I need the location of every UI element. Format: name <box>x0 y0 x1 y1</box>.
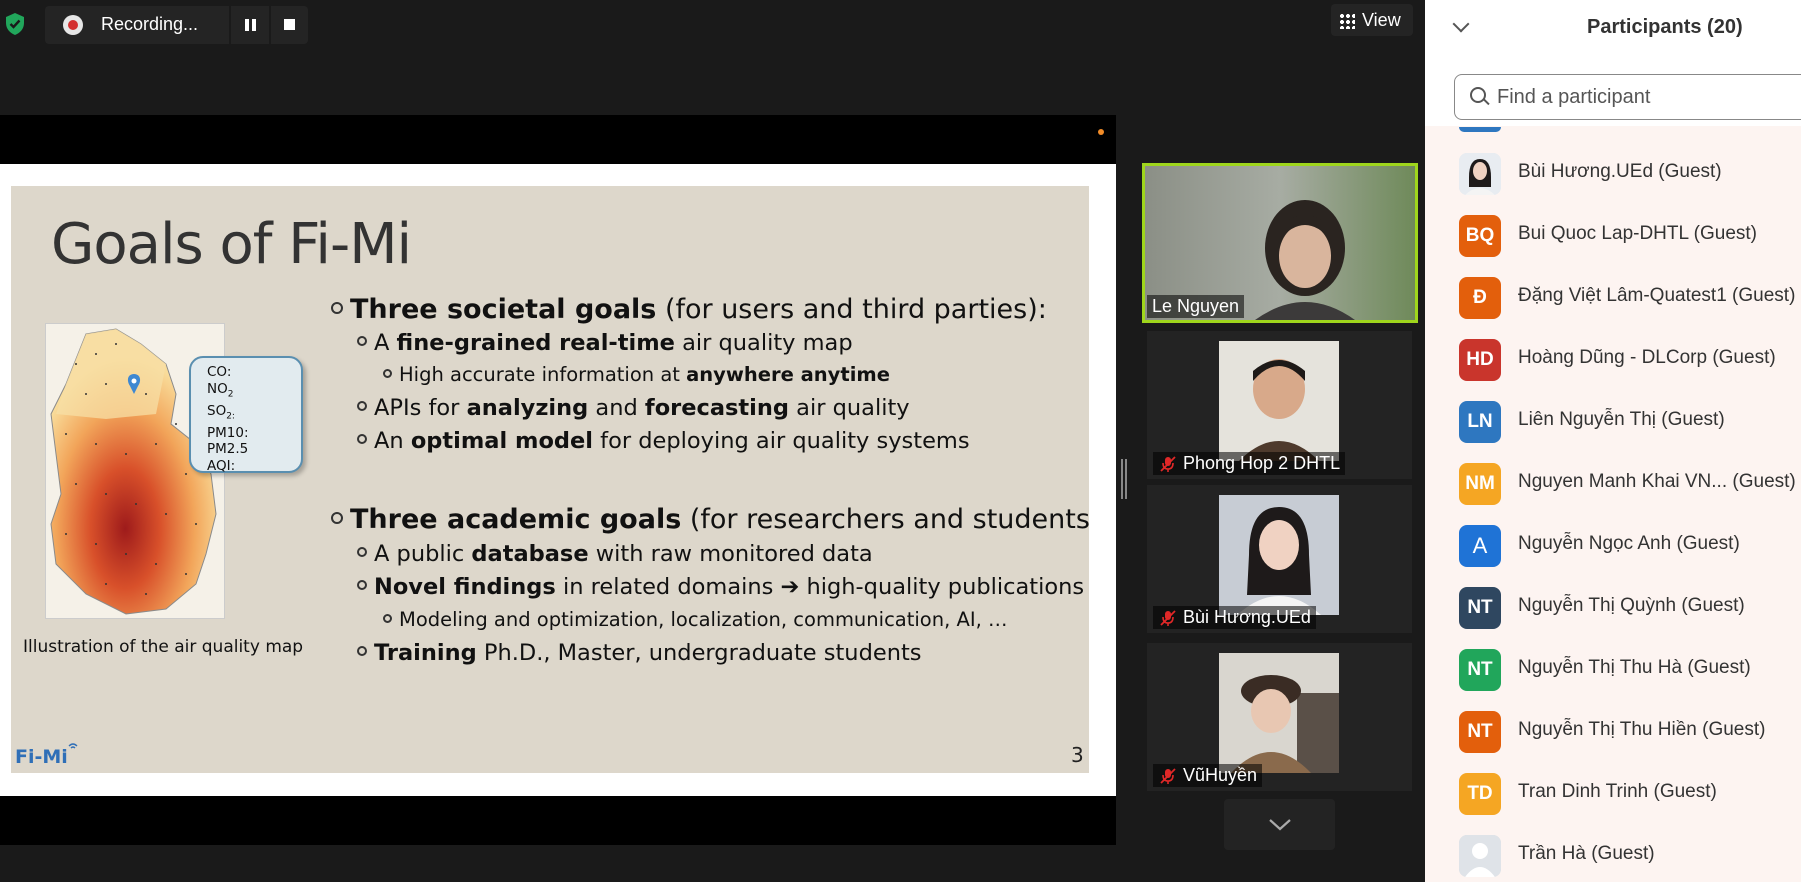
tile-name-label: Bùi Hương.UEd <box>1153 606 1316 629</box>
avatar <box>1459 835 1501 877</box>
participant-name: Nguyễn Thị Thu Hiền (Guest) <box>1518 719 1766 740</box>
bullet-societal-goals: Three societal goals (for users and thir… <box>331 294 1047 325</box>
slide-page-number: 3 <box>1071 743 1084 767</box>
participant-row[interactable]: NT Nguyễn Thị Thu Hiền (Guest) <box>1425 701 1801 763</box>
bullet-anywhere-anytime: High accurate information at anywhere an… <box>383 363 890 386</box>
participant-name: Nguyen Manh Khai VN... (Guest) <box>1518 471 1796 492</box>
callout-pm10: PM10: <box>207 424 249 441</box>
avatar: NT <box>1459 587 1501 629</box>
participant-row[interactable]: HD Hoàng Dũng - DLCorp (Guest) <box>1425 329 1801 391</box>
view-label: View <box>1362 10 1401 30</box>
participant-name: Nguyễn Thị Quỳnh (Guest) <box>1518 595 1745 616</box>
participant-name: Bùi Hương.UEd (Guest) <box>1518 161 1722 182</box>
bullet-research-areas: Modeling and optimization, localization,… <box>383 608 1007 631</box>
tile-name-label: Phong Hop 2 DHTL <box>1153 452 1346 475</box>
mic-muted-icon <box>1160 456 1176 472</box>
bullet-fine-grained-map: A fine-grained real-time air quality map <box>357 330 853 356</box>
participant-row[interactable]: Đ Đặng Việt Lâm-Quatest1 (Guest) <box>1425 267 1801 329</box>
participant-row[interactable]: BQ Bui Quoc Lap-DHTL (Guest) <box>1425 205 1801 267</box>
callout-pm25: PM2.5 <box>207 441 249 458</box>
participant-name: Liên Nguyễn Thị (Guest) <box>1518 409 1725 430</box>
video-tile[interactable]: Bùi Hương.UEd <box>1147 485 1412 633</box>
mic-muted-icon <box>1160 768 1176 784</box>
callout-so2: SO2: <box>207 402 235 422</box>
grid-view-icon <box>1339 13 1355 29</box>
participant-photo <box>1219 495 1339 615</box>
avatar: LN <box>1459 401 1501 443</box>
bullet-optimal-model: An optimal model for deploying air quali… <box>357 428 970 454</box>
map-caption: Illustration of the air quality map <box>23 637 304 657</box>
search-icon <box>1470 87 1486 103</box>
bullet-training: Training Ph.D., Master, undergraduate st… <box>357 640 922 666</box>
bullet-apis: APIs for analyzing and forecasting air q… <box>357 395 910 421</box>
bullet-database: A public database with raw monitored dat… <box>357 541 873 567</box>
video-tile[interactable]: VũHuyền <box>1147 643 1412 791</box>
participant-search[interactable] <box>1454 74 1801 120</box>
participant-row[interactable]: LN Liên Nguyễn Thị (Guest) <box>1425 391 1801 453</box>
participants-header: Participants (20) <box>1425 0 1801 126</box>
default-avatar-icon <box>1459 835 1501 877</box>
record-icon <box>63 15 83 35</box>
pause-recording-button[interactable] <box>231 6 269 44</box>
mic-muted-icon <box>1160 610 1176 626</box>
avatar: A <box>1459 525 1501 567</box>
avatar <box>1459 153 1501 195</box>
video-tile[interactable]: Phong Hop 2 DHTL <box>1147 331 1412 479</box>
avatar: TD <box>1459 773 1501 815</box>
avatar: NT <box>1459 711 1501 753</box>
panel-resize-handle[interactable] <box>1121 459 1127 499</box>
participant-row[interactable]: NM Nguyen Manh Khai VN... (Guest) <box>1425 453 1801 515</box>
participant-row[interactable]: A Nguyễn Ngọc Anh (Guest) <box>1425 515 1801 577</box>
participant-name: Tran Dinh Trinh (Guest) <box>1518 781 1717 802</box>
avatar: Đ <box>1459 277 1501 319</box>
search-input[interactable] <box>1495 83 1799 111</box>
tile-name-label: Le Nguyen <box>1147 295 1245 318</box>
callout-aqi: AQI: <box>207 457 236 474</box>
participant-row[interactable]: NT Nguyễn Thị Thu Hà (Guest) <box>1425 639 1801 701</box>
chevron-down-icon <box>1269 819 1291 831</box>
participant-name: Đặng Việt Lâm-Quatest1 (Guest) <box>1518 285 1796 306</box>
participant-name: Nguyễn Ngọc Anh (Guest) <box>1518 533 1740 554</box>
presentation-slide: Goals of Fi-Mi CO: NO2 SO2: PM10: PM2.5 … <box>11 186 1089 773</box>
recording-label: Recording... <box>101 14 199 34</box>
bullet-novel-findings: Novel findings in related domains ➔ high… <box>357 574 1084 600</box>
tile-name-label: VũHuyền <box>1153 764 1263 787</box>
participant-row[interactable]: Bùi Hương.UEd (Guest) <box>1425 143 1801 205</box>
callout-no2: NO2 <box>207 380 234 400</box>
participant-photo <box>1219 653 1339 773</box>
chevron-down-icon[interactable] <box>1452 15 1470 33</box>
participant-name: Bui Quoc Lap-DHTL (Guest) <box>1518 223 1757 244</box>
bullet-academic-goals: Three academic goals (for researchers an… <box>331 504 1089 535</box>
view-button[interactable]: View <box>1331 4 1413 36</box>
participant-row[interactable]: Trần Hà (Guest) <box>1425 825 1801 882</box>
video-tile-active-speaker[interactable]: Le Nguyen <box>1142 163 1418 323</box>
avatar: NT <box>1459 649 1501 691</box>
pollutant-callout: CO: NO2 SO2: PM10: PM2.5 AQI: <box>189 356 303 474</box>
recording-indicator: Recording... <box>45 6 308 44</box>
screen-share-indicator <box>1098 129 1104 135</box>
participant-name: Hoàng Dũng - DLCorp (Guest) <box>1518 347 1776 368</box>
encryption-shield-icon[interactable] <box>4 12 26 36</box>
slide-title: Goals of Fi-Mi <box>51 212 412 277</box>
participant-row[interactable]: NT Nguyễn Thị Quỳnh (Guest) <box>1425 577 1801 639</box>
participant-photo <box>1219 341 1339 461</box>
participant-name: Nguyễn Thị Thu Hà (Guest) <box>1518 657 1751 678</box>
stop-recording-button[interactable] <box>271 6 308 44</box>
participant-row[interactable]: TD Tran Dinh Trinh (Guest) <box>1425 763 1801 825</box>
fi-mi-logo: Fi-Mi <box>15 743 78 768</box>
participant-name: Trần Hà (Guest) <box>1518 843 1655 864</box>
avatar: NM <box>1459 463 1501 505</box>
participants-panel: Participants (20) Bùi Hương.UEd (Guest) … <box>1425 0 1801 882</box>
scroll-tiles-down-button[interactable] <box>1224 799 1335 850</box>
avatar: BQ <box>1459 215 1501 257</box>
avatar: HD <box>1459 339 1501 381</box>
svg-text:Fi-Mi: Fi-Mi <box>15 746 68 768</box>
callout-co: CO: <box>207 364 232 380</box>
participants-title: Participants (20) <box>1587 16 1743 38</box>
